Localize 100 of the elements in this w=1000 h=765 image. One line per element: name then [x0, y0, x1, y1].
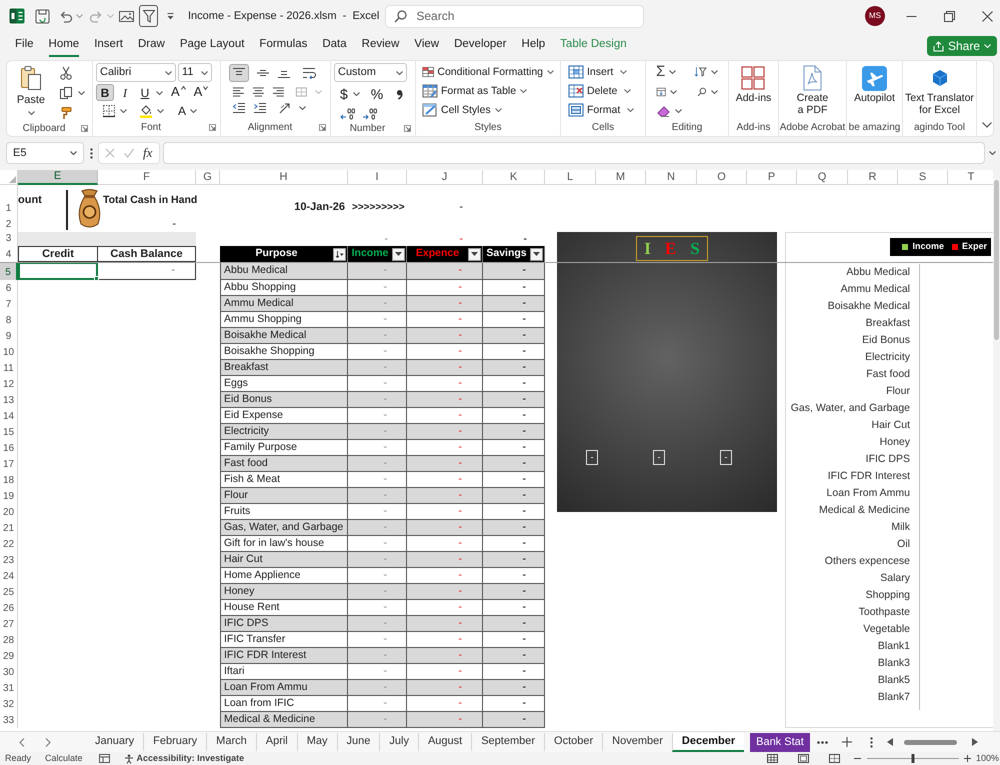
row-header[interactable]: 7 — [0, 296, 18, 312]
workbook-stats-icon[interactable] — [98, 754, 110, 763]
row-header[interactable]: 26 — [0, 600, 18, 616]
zoom-slider-thumb[interactable] — [911, 754, 914, 763]
column-header[interactable]: P — [747, 170, 797, 185]
collapse-ribbon-icon[interactable] — [982, 122, 992, 128]
percent-button[interactable]: % — [370, 85, 384, 103]
formula-input[interactable] — [163, 142, 985, 164]
ribbon-tab[interactable]: Formulas — [259, 36, 308, 56]
column-header[interactable]: K — [483, 170, 545, 185]
row-header[interactable]: 15 — [0, 424, 18, 440]
close-icon[interactable] — [982, 10, 993, 22]
currency-button[interactable]: $ — [340, 85, 348, 103]
find-icon[interactable] — [697, 85, 707, 99]
row-header[interactable]: 13 — [0, 392, 18, 408]
more-sheets-icon[interactable] — [816, 740, 828, 744]
row-header[interactable]: 12 — [0, 376, 18, 392]
caret-icon[interactable] — [989, 151, 996, 155]
row-header[interactable]: 8 — [0, 312, 18, 328]
number-format-dropdown[interactable]: Custom — [334, 63, 407, 82]
status-text[interactable]: Accessibility: Investigate — [136, 753, 244, 764]
plus-icon[interactable] — [842, 737, 852, 747]
scrollbar-thumb[interactable] — [904, 740, 957, 744]
fill-down-icon[interactable] — [656, 85, 666, 99]
chevron-right-icon[interactable] — [45, 738, 51, 746]
column-header[interactable]: F — [98, 170, 196, 185]
row-header[interactable]: 28 — [0, 632, 18, 648]
column-header[interactable]: G — [196, 170, 220, 185]
caret-icon[interactable] — [711, 90, 718, 94]
orientation-icon[interactable] — [278, 102, 292, 114]
caret-icon[interactable] — [78, 91, 85, 95]
shrink-font-button[interactable]: A — [194, 84, 208, 101]
align-center-icon[interactable] — [252, 86, 264, 98]
row-header[interactable]: 23 — [0, 552, 18, 568]
column-header[interactable]: I — [348, 170, 407, 185]
caret-icon[interactable] — [352, 92, 360, 96]
chevron-left-icon[interactable] — [19, 738, 25, 746]
column-header[interactable]: O — [697, 170, 747, 185]
caret-icon[interactable] — [120, 109, 127, 113]
ribbon-tab[interactable]: View — [414, 36, 440, 56]
zoom-out-icon[interactable] — [854, 755, 861, 762]
insert-function-button[interactable]: fx — [143, 146, 152, 160]
format-as-table-button[interactable]: Format as Table — [422, 83, 554, 99]
scrollbar-thumb[interactable] — [994, 180, 999, 340]
row-header[interactable]: 5 — [0, 262, 18, 280]
increase-indent-icon[interactable] — [253, 102, 267, 114]
ribbon-tab[interactable]: Help — [522, 36, 546, 56]
column-header[interactable]: T — [948, 170, 993, 185]
column-header[interactable]: N — [646, 170, 697, 185]
restore-icon[interactable] — [944, 10, 955, 22]
paste-button[interactable]: Paste — [11, 64, 51, 120]
avatar[interactable]: MS — [865, 6, 885, 26]
column-header[interactable]: M — [596, 170, 646, 185]
ribbon-tab[interactable]: Draw — [138, 36, 165, 56]
caret-icon[interactable] — [299, 106, 306, 110]
add-ins-button[interactable]: Add-ins — [736, 64, 772, 104]
caret-icon[interactable] — [190, 109, 198, 113]
share-button[interactable]: Share — [926, 36, 997, 56]
fill-handle[interactable] — [94, 276, 99, 281]
underline-button[interactable]: U — [136, 84, 154, 101]
undo-icon[interactable] — [58, 8, 73, 24]
merge-cells-icon[interactable] — [295, 86, 308, 98]
column-header[interactable]: S — [898, 170, 948, 185]
sheet-tab[interactable]: January — [86, 732, 144, 752]
row-header[interactable]: 14 — [0, 408, 18, 424]
column-header[interactable]: J — [407, 170, 483, 185]
row-header[interactable]: 25 — [0, 584, 18, 600]
row-header[interactable]: 24 — [0, 568, 18, 584]
page-break-icon[interactable] — [828, 754, 840, 763]
search-field[interactable]: Search — [385, 4, 644, 28]
ribbon-tab[interactable]: Table Design — [560, 36, 627, 56]
ribbon-tab[interactable]: File — [15, 36, 34, 56]
name-box[interactable]: E5 — [6, 142, 84, 164]
format-painter-icon[interactable] — [59, 106, 73, 120]
align-left-icon[interactable] — [232, 86, 245, 98]
column-header[interactable]: Q — [797, 170, 848, 185]
column-header[interactable]: L — [545, 170, 596, 185]
row-header[interactable]: 32 — [0, 696, 18, 712]
ribbon-tab[interactable]: Data — [322, 36, 347, 56]
row-header[interactable]: 20 — [0, 504, 18, 520]
delete-cells-button[interactable]: Delete — [568, 83, 638, 99]
eraser-icon[interactable] — [656, 104, 671, 118]
sort-filter-icon[interactable] — [694, 65, 707, 79]
filter-button[interactable] — [468, 248, 481, 260]
cell-styles-button[interactable]: Cell Styles — [422, 102, 554, 118]
conditional-formatting-button[interactable]: Conditional Formatting — [422, 64, 554, 80]
dialog-launcher-icon[interactable] — [404, 125, 411, 132]
row-header[interactable]: 9 — [0, 328, 18, 344]
accessibility-icon[interactable] — [124, 754, 134, 764]
image-icon[interactable] — [119, 9, 134, 23]
column-header[interactable]: R — [848, 170, 898, 185]
top-align-button[interactable] — [229, 64, 249, 82]
font-name-dropdown[interactable]: Calibri — [96, 63, 176, 82]
row-header[interactable]: 22 — [0, 536, 18, 552]
caret-icon[interactable] — [670, 90, 678, 94]
grow-font-button[interactable]: A — [171, 84, 186, 101]
row-header[interactable]: 16 — [0, 440, 18, 456]
row-header[interactable]: 33 — [0, 712, 18, 728]
autosum-button[interactable]: Σ — [656, 64, 666, 80]
caret-icon[interactable] — [669, 70, 676, 74]
